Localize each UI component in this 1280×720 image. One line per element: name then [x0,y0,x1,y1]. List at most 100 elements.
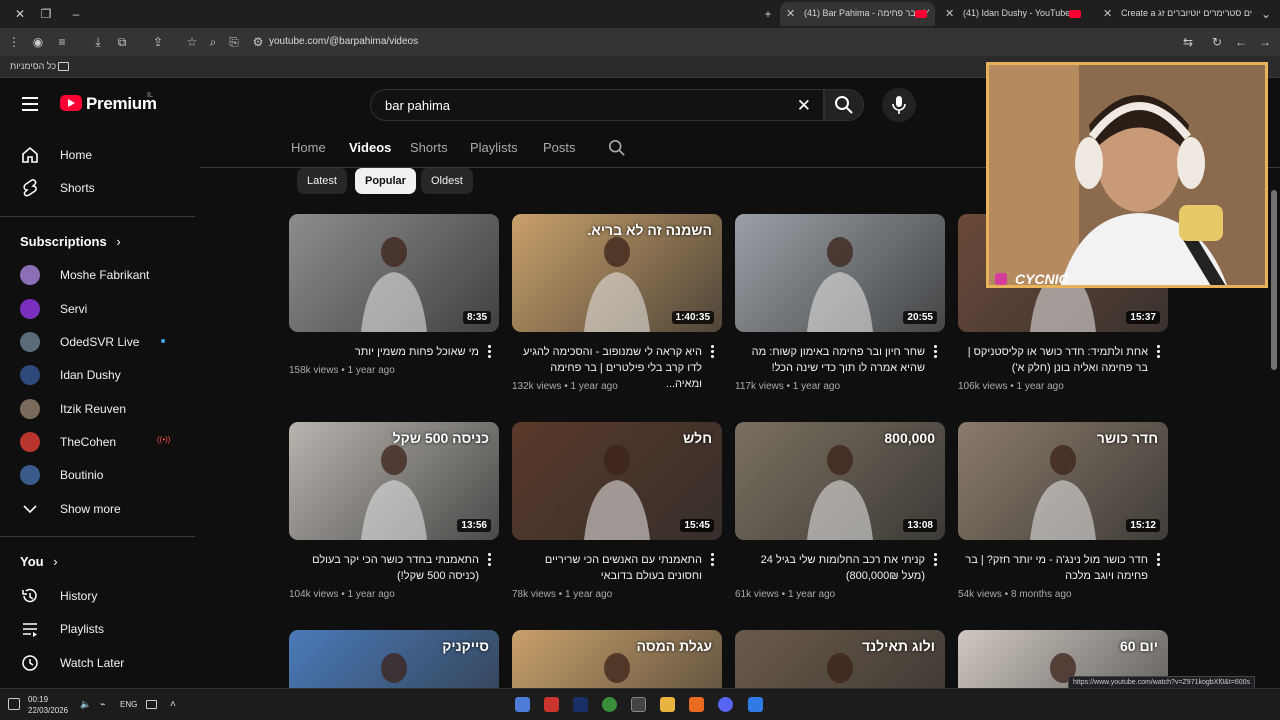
install-app-icon[interactable]: ⎘ [226,34,242,50]
photoshop-app-icon[interactable] [573,697,588,712]
sidebar-item-shorts[interactable]: Shorts [0,171,195,204]
back-icon[interactable]: → [1257,34,1273,50]
close-tab-icon[interactable]: ✕ [1103,7,1112,20]
video-menu-icon[interactable] [711,345,715,359]
video-card[interactable]: עגלת המסה [512,630,722,688]
forward-icon[interactable]: ← [1233,34,1249,50]
reload-icon[interactable]: ↻ [1209,34,1225,50]
video-thumbnail[interactable]: חדר כושר 15:12 [958,422,1168,540]
url-field[interactable]: youtube.com/@barpahima/videos [269,36,418,47]
video-title[interactable]: התאמנתי עם האנשים הכי שריריים וחסונים בע… [512,552,702,584]
discord-app-icon[interactable] [718,697,733,712]
share-icon[interactable]: ⇪ [150,34,166,50]
video-title[interactable]: חדר כושר מול נינג'ה - מי יותר חזק? | בר … [958,552,1148,584]
search-button[interactable] [824,89,864,121]
volume-icon[interactable]: 🔈 [80,699,92,710]
tab-shorts[interactable]: Shorts [410,140,448,155]
video-thumbnail[interactable]: השמנה זה לא בריא. 1:40:35 [512,214,722,332]
sidebar-show-more[interactable]: Show more [0,492,195,525]
subscriptions-heading[interactable]: Subscriptions › [20,234,121,249]
tab-playlists[interactable]: Playlists [470,140,518,155]
bookmark-star-icon[interactable]: ☆ [184,34,200,50]
video-menu-icon[interactable] [1157,553,1161,567]
video-thumbnail[interactable]: סייקניק [289,630,499,688]
close-tab-icon[interactable]: ✕ [945,7,954,20]
keyboard-icon[interactable] [146,700,157,709]
extensions-icon[interactable]: ⧉ [114,34,130,50]
video-menu-icon[interactable] [934,345,938,359]
extension-icon[interactable]: ◉ [30,34,46,50]
video-menu-icon[interactable] [1157,345,1161,359]
file-explorer-app-icon[interactable] [660,697,675,712]
side-panel-icon[interactable]: ⇆ [1180,34,1196,50]
video-thumbnail[interactable]: עגלת המסה [512,630,722,688]
video-thumbnail[interactable]: חלש 15:45 [512,422,722,540]
zoom-icon[interactable]: ⌕ [205,34,221,50]
close-tab-icon[interactable]: ✕ [786,7,795,20]
video-title[interactable]: קניתי את רכב החלומות שלי בגיל 24 (מעל 80… [735,552,925,584]
notification-icon[interactable] [8,698,20,710]
chip-oldest[interactable]: Oldest [421,168,473,194]
tab-home[interactable]: Home [291,140,326,155]
sidebar-item-home[interactable]: Home [0,138,195,171]
browser-tab-create[interactable]: ✕ Create a טוסטרים סטרימרים יוטיוברים זג [1097,2,1252,26]
tab-search-icon[interactable]: ⌄ [1258,6,1274,22]
video-card[interactable]: כניסה 500 שקל 13:56 התאמנתי בחדר כושר הכי … [289,422,499,612]
youtube-logo-icon[interactable] [60,95,82,111]
windows-start-icon[interactable] [748,697,763,712]
sidebar-item-watch-later[interactable]: Watch Later [0,646,195,679]
sidebar-sub-idan-dushy[interactable]: Idan Dushy [0,358,195,391]
video-card[interactable]: חדר כושר 15:12 חדר כושר מול נינג'ה - מי יו… [958,422,1168,612]
video-title[interactable]: שחר חיון ובר פחימה באימון קשוח: מה שהיא … [735,344,925,376]
browser-tab-idan-dushy[interactable]: ✕ (41) Idan Dushy - YouTube [939,2,1089,26]
scrollbar-thumb[interactable] [1271,190,1277,370]
chrome-app-icon[interactable] [602,697,617,712]
video-thumbnail[interactable]: 20:55 [735,214,945,332]
tab-groups-icon[interactable]: ≡ [54,34,70,50]
site-info-icon[interactable]: ⚙ [250,34,266,50]
close-window-icon[interactable]: ✕ [12,6,28,22]
video-thumbnail[interactable]: 8:35 [289,214,499,332]
app-icon[interactable] [689,697,704,712]
video-card[interactable]: ולוג תאילנד [735,630,945,688]
all-bookmarks-label[interactable]: כל הסימניות [10,61,56,71]
video-title[interactable]: התאמנתי בחדר כושר הכי יקר בעולם (כניסה 5… [289,552,479,584]
tray-chevron-up-icon[interactable]: ˄ [170,699,180,710]
menu-dots-icon[interactable]: ⋮ [6,34,22,50]
epic-games-app-icon[interactable] [631,697,646,712]
notepad-app-icon[interactable] [515,697,530,712]
app-icon[interactable] [544,697,559,712]
sidebar-item-history[interactable]: History [0,579,195,612]
video-card[interactable]: סייקניק [289,630,499,688]
new-tab-icon[interactable]: + [760,6,776,22]
video-card[interactable]: 20:55 שחר חיון ובר פחימה באימון קשוח: מה … [735,214,945,404]
language-indicator[interactable]: ENG [120,700,137,709]
browser-tab-bar-pahima[interactable]: ✕ (41) Bar Pahima - בר פחימה - Y [780,2,935,26]
clear-search-icon[interactable]: ✕ [797,96,811,116]
sidebar-sub-itzik-reuven[interactable]: Itzik Reuven [0,392,195,425]
video-menu-icon[interactable] [488,345,492,359]
restore-window-icon[interactable]: ❐ [38,6,54,22]
chip-popular[interactable]: Popular [355,168,416,194]
sidebar-item-playlists[interactable]: Playlists [0,612,195,645]
video-menu-icon[interactable] [934,553,938,567]
download-icon[interactable]: ⤓ [90,34,106,50]
video-card[interactable]: 800,000 13:08 קניתי את רכב החלומות שלי בגי… [735,422,945,612]
video-title[interactable]: אחת ולתמיד: חדר כושר או קליסטניקס | בר פ… [958,344,1148,376]
video-card[interactable]: השמנה זה לא בריא. 1:40:35 היא קראה לי שמנו… [512,214,722,404]
video-thumbnail[interactable]: 800,000 13:08 [735,422,945,540]
clock[interactable]: 00:19 22/03/2026 [28,694,68,716]
channel-search-icon[interactable] [608,139,626,157]
tab-posts[interactable]: Posts [543,140,576,155]
sidebar-sub-thecohen[interactable]: TheCohen ((•)) [0,425,195,458]
minimize-window-icon[interactable]: – [68,6,84,22]
hamburger-menu-icon[interactable] [22,97,38,111]
video-thumbnail[interactable]: כניסה 500 שקל 13:56 [289,422,499,540]
video-menu-icon[interactable] [488,553,492,567]
video-title[interactable]: מי שאוכל פחות משמין יותר [289,344,479,360]
search-input[interactable]: bar pahima ✕ [370,89,824,121]
sidebar-sub-moshe-fabrikant[interactable]: Moshe Fabrikant [0,258,195,291]
sidebar-sub-servi[interactable]: Servi [0,292,195,325]
sidebar-sub-odedsvr-live[interactable]: OdedSVR Live [0,325,195,358]
video-menu-icon[interactable] [711,553,715,567]
